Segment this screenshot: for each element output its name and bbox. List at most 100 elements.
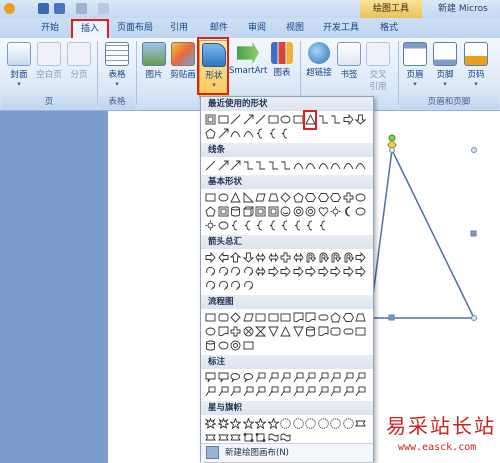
shape-brace-icon[interactable] <box>268 220 279 231</box>
shape-circarr-icon[interactable] <box>243 280 254 291</box>
resize-handle-right[interactable] <box>470 230 477 237</box>
shape-rect-icon[interactable] <box>355 326 366 337</box>
shape-term-icon[interactable] <box>343 326 354 337</box>
cover-page-button[interactable]: 封面 ▾ <box>6 40 32 88</box>
shape-arrowl-icon[interactable] <box>218 128 229 139</box>
shape-frame-icon[interactable] <box>205 114 216 125</box>
shape-elbow-icon[interactable] <box>318 114 329 125</box>
shape-heart-icon[interactable] <box>318 206 329 217</box>
shape-pent-icon[interactable] <box>292 192 304 203</box>
shape-circarr-icon[interactable] <box>205 280 216 291</box>
shape-right-icon[interactable] <box>343 114 354 125</box>
new-drawing-canvas-item[interactable]: 新建绘图画布(N) <box>201 443 373 462</box>
shape-frame-icon[interactable] <box>255 206 266 217</box>
tab-view[interactable]: 视图 <box>280 20 310 37</box>
shape-pent-icon[interactable] <box>205 128 216 139</box>
shape-brace-icon[interactable] <box>318 220 329 231</box>
shape-tri-icon[interactable] <box>280 326 291 337</box>
shape-seal-icon[interactable] <box>280 418 291 429</box>
shape-oval-icon[interactable] <box>205 326 216 337</box>
header-button[interactable]: 页眉 ▾ <box>402 40 428 88</box>
shape-star-icon[interactable] <box>255 418 266 429</box>
shape-linecall-icon[interactable] <box>293 386 304 397</box>
shape-curve-icon[interactable] <box>230 128 241 139</box>
shape-arrowl-icon[interactable] <box>243 114 254 125</box>
shape-ribbon-icon[interactable] <box>217 432 229 443</box>
shape-right-icon[interactable] <box>293 266 304 277</box>
shape-linecall-icon[interactable] <box>343 372 354 383</box>
tab-page-layout[interactable]: 页面布局 <box>112 20 158 37</box>
shape-scroll-icon[interactable] <box>255 432 266 443</box>
shape-circarr-icon[interactable] <box>218 280 229 291</box>
shape-can-icon[interactable] <box>230 206 241 217</box>
shape-curve-icon[interactable] <box>293 160 304 171</box>
shape-right-icon[interactable] <box>355 266 366 277</box>
shape-linecall-icon[interactable] <box>280 372 291 383</box>
shape-uturn-icon[interactable] <box>318 252 329 263</box>
shape-line-icon[interactable] <box>255 114 266 125</box>
blank-page-button[interactable]: 空白页 <box>34 40 64 80</box>
shape-linecall-icon[interactable] <box>255 372 266 383</box>
shape-brace-icon[interactable] <box>230 220 241 231</box>
shape-burst-icon[interactable] <box>205 418 216 429</box>
undo-icon[interactable] <box>54 3 65 14</box>
shape-octx-icon[interactable] <box>243 326 254 337</box>
shape-rect-icon[interactable] <box>293 114 304 125</box>
shape-linecall-icon[interactable] <box>293 372 304 383</box>
resize-handle-top[interactable] <box>389 147 395 153</box>
shape-linecall-icon[interactable] <box>268 386 279 397</box>
shape-hex-icon[interactable] <box>317 192 329 203</box>
shape-rect-icon[interactable] <box>280 312 291 323</box>
shape-arrowl-icon[interactable] <box>230 160 241 171</box>
shape-seal-icon[interactable] <box>342 418 354 429</box>
shape-pent-icon[interactable] <box>330 312 341 323</box>
shape-sun-icon[interactable] <box>330 206 341 217</box>
shape-right-icon[interactable] <box>305 266 316 277</box>
shape-seal-icon[interactable] <box>317 418 329 429</box>
shape-rrect-icon[interactable] <box>330 326 341 337</box>
shape-lr-icon[interactable] <box>255 252 266 263</box>
cross-reference-button[interactable]: 交叉 引用 <box>364 40 392 92</box>
shape-lr-icon[interactable] <box>292 252 304 263</box>
page-number-button[interactable]: 页码 ▾ <box>462 40 490 88</box>
shape-pent-icon[interactable] <box>205 206 216 217</box>
resize-handle-bottom-right[interactable] <box>471 315 477 321</box>
shape-hex-icon[interactable] <box>305 192 316 203</box>
shape-rrect-icon[interactable] <box>218 312 229 323</box>
shape-rect-icon[interactable] <box>268 114 279 125</box>
shape-linecall-icon[interactable] <box>280 386 291 397</box>
shape-ring-icon[interactable] <box>293 206 304 217</box>
shape-curve-icon[interactable] <box>330 160 341 171</box>
shape-oct-icon[interactable] <box>330 192 341 203</box>
shape-curve-icon[interactable] <box>343 160 354 171</box>
shape-wave-icon[interactable] <box>280 432 291 443</box>
shape-merge-icon[interactable] <box>292 326 304 337</box>
shape-diamond-icon[interactable] <box>280 192 291 203</box>
shape-right-icon[interactable] <box>205 252 216 263</box>
resize-handle-top-right[interactable] <box>471 147 477 153</box>
shape-smile-icon[interactable] <box>280 206 291 217</box>
shape-merge-icon[interactable] <box>267 326 279 337</box>
shape-linecall-icon[interactable] <box>305 386 316 397</box>
shape-linecall-icon[interactable] <box>330 386 341 397</box>
shape-curve-icon[interactable] <box>243 128 254 139</box>
shape-frame-icon[interactable] <box>218 206 229 217</box>
shape-tri-icon[interactable] <box>305 114 316 125</box>
shape-uturn-icon[interactable] <box>305 252 316 263</box>
shape-rect-icon[interactable] <box>205 312 216 323</box>
shape-curve-icon[interactable] <box>318 160 329 171</box>
tab-mailings[interactable]: 邮件 <box>204 20 234 37</box>
shape-doc-icon[interactable] <box>305 312 316 323</box>
shape-lr-icon[interactable] <box>267 252 279 263</box>
shape-cross-icon[interactable] <box>343 192 354 203</box>
footer-button[interactable]: 页脚 ▾ <box>432 40 458 88</box>
shape-tri-icon[interactable] <box>230 192 241 203</box>
shape-cross-icon[interactable] <box>280 252 291 263</box>
shape-lr-icon[interactable] <box>255 266 266 277</box>
shape-star-icon[interactable] <box>267 418 279 429</box>
shape-cross-icon[interactable] <box>230 326 241 337</box>
shape-oval-icon[interactable] <box>218 192 229 203</box>
shape-elbow-icon[interactable] <box>243 160 254 171</box>
shape-doc-icon[interactable] <box>318 326 329 337</box>
shape-can-icon[interactable] <box>205 340 216 351</box>
